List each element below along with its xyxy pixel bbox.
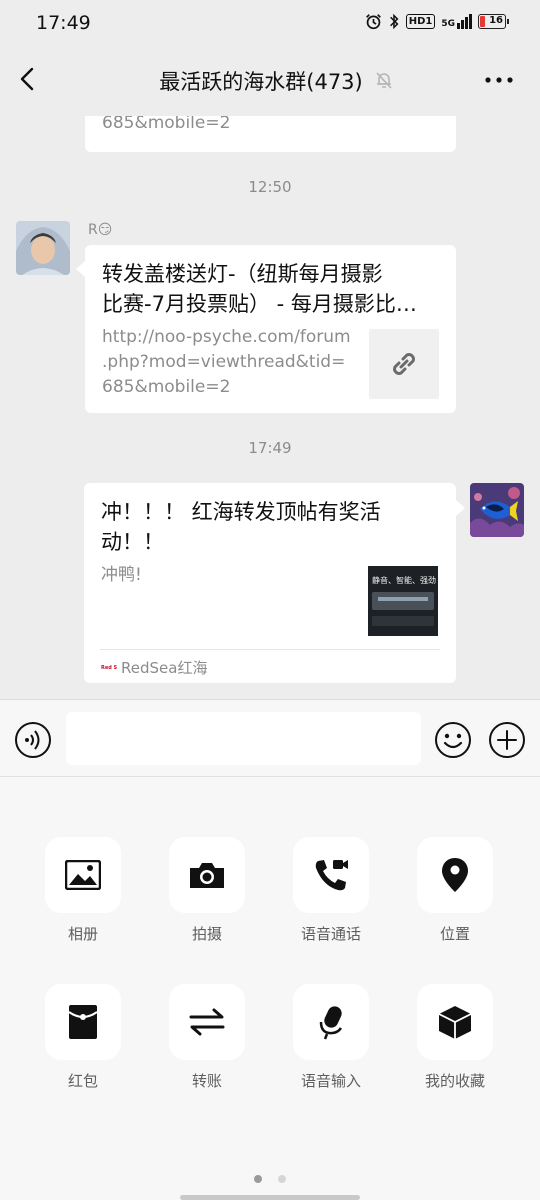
tool-voice-call[interactable]: 语音通话 <box>281 837 381 944</box>
tool-location[interactable]: 位置 <box>405 837 505 944</box>
page-dot[interactable] <box>277 1175 286 1183</box>
more-icon[interactable] <box>484 70 514 90</box>
photo-album-icon <box>65 860 101 890</box>
location-icon <box>442 858 468 892</box>
home-indicator[interactable] <box>180 1195 360 1200</box>
link-title: 转发盖楼送灯-（纽斯每月摄影 比赛-7月投票贴） - 每月摄影比… <box>102 262 417 316</box>
tool-label: 转账 <box>191 1072 222 1090</box>
tool-favorites[interactable]: 我的收藏 <box>405 984 505 1091</box>
tool-camera[interactable]: 拍摄 <box>157 837 257 944</box>
tool-label: 语音输入 <box>300 1072 361 1090</box>
bubble-tail <box>76 261 85 277</box>
voice-icon[interactable] <box>14 721 52 759</box>
alarm-icon <box>365 14 381 30</box>
avatar-hooded-person[interactable] <box>16 221 70 275</box>
page-title: 最活跃的海水群(473) <box>159 70 363 94</box>
tool-label: 红包 <box>67 1072 98 1090</box>
sender-name: R😏 <box>88 222 113 238</box>
avatar-blue-tang-fish[interactable] <box>470 483 524 537</box>
redsea-logo-icon: Red Sea <box>101 664 117 671</box>
page-dot-active[interactable] <box>254 1175 263 1183</box>
transfer-icon <box>189 1008 225 1036</box>
tool-voice-input[interactable]: 语音输入 <box>281 984 381 1091</box>
hd-icon: HD1 <box>405 14 436 29</box>
timestamp: 12:50 <box>248 178 292 196</box>
tool-label: 我的收藏 <box>424 1072 485 1090</box>
more-functions-panel: 相册 拍摄 语音通话 位置 红包 转账 语音输入 我的收藏 <box>0 777 540 1200</box>
link-description: 685&mobile=2 <box>102 116 231 133</box>
tool-album[interactable]: 相册 <box>33 837 133 944</box>
timestamp: 17:49 <box>248 439 292 457</box>
link-thumbnail <box>369 329 439 399</box>
signal-icon: 5G <box>441 14 472 29</box>
plus-icon[interactable] <box>488 721 526 759</box>
article-description: 冲鸭! <box>101 565 142 585</box>
favorites-icon <box>438 1006 472 1039</box>
status-time: 17:49 <box>36 12 91 34</box>
tool-label: 语音通话 <box>300 925 361 943</box>
source-row: Red Sea RedSea红海 <box>101 657 207 678</box>
voice-call-icon <box>315 860 348 891</box>
link-icon <box>393 353 415 375</box>
emoji-icon[interactable] <box>434 721 472 759</box>
link-message-card[interactable]: 转发盖楼送灯-（纽斯每月摄影 比赛-7月投票贴） - 每月摄影比… http:/… <box>85 245 456 413</box>
red-packet-icon <box>68 1005 98 1039</box>
article-title: 冲！！！ 红海转发顶帖有奖活 动！！ <box>101 500 381 554</box>
tool-label: 位置 <box>439 925 470 943</box>
nav-bar: 最活跃的海水群(473) <box>0 46 540 116</box>
bluetooth-icon <box>389 13 399 30</box>
camera-icon <box>190 863 224 888</box>
page-indicator <box>0 1168 540 1187</box>
message-input[interactable] <box>66 712 421 765</box>
divider <box>100 649 440 650</box>
tool-transfer[interactable]: 转账 <box>157 984 257 1091</box>
article-message-card[interactable]: 冲！！！ 红海转发顶帖有奖活 动！！ 冲鸭! 静音、智能、强劲 Red Sea … <box>84 483 456 683</box>
bubble-tail <box>456 500 465 516</box>
microphone-icon <box>319 1006 343 1040</box>
link-description: http://noo-psyche.com/forum .php?mod=vie… <box>102 327 351 397</box>
battery-icon: 16 <box>478 14 509 29</box>
article-thumbnail: 静音、智能、强劲 <box>368 566 438 636</box>
article-source: RedSea红海 <box>121 659 208 677</box>
tool-label: 拍摄 <box>191 925 222 943</box>
tool-label: 相册 <box>67 925 98 943</box>
link-message-card[interactable]: 685&mobile=2 <box>85 116 456 152</box>
mute-bell-icon <box>376 72 392 89</box>
status-bar: 17:49 HD1 5G 16 <box>0 0 540 46</box>
tool-red-packet[interactable]: 红包 <box>33 984 133 1091</box>
input-bar <box>0 699 540 777</box>
status-icons: HD1 5G 16 <box>365 13 509 30</box>
chat-area[interactable]: 685&mobile=2 12:50 R😏 转发盖楼送灯-（纽斯每月摄影 比赛-… <box>0 116 540 699</box>
